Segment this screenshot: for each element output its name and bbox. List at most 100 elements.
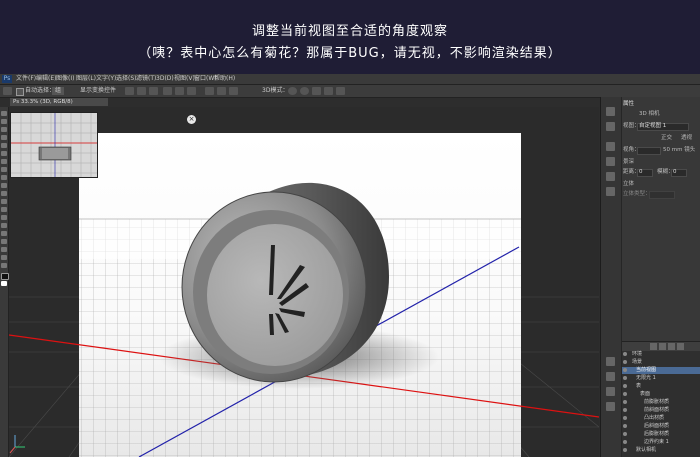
scene-item-infinite-light[interactable]: 无限光 1 xyxy=(622,375,700,382)
scene-item-back-bevel[interactable]: 后斜面材质 xyxy=(622,423,700,430)
blur-tool-icon[interactable] xyxy=(1,207,7,212)
show-transform-label[interactable]: 显示变换控件 xyxy=(80,87,116,95)
character-panel-icon[interactable] xyxy=(606,187,615,196)
type-tool-icon[interactable] xyxy=(1,231,7,236)
3d-panel-icon[interactable] xyxy=(606,402,615,411)
marquee-tool-icon[interactable] xyxy=(1,119,7,124)
gradient-tool-icon[interactable] xyxy=(1,199,7,204)
distribute-icon[interactable] xyxy=(205,87,214,95)
scene-item-default-camera[interactable]: 默认相机 xyxy=(622,447,700,454)
visibility-eye-icon[interactable] xyxy=(623,360,627,364)
scene-item-back-inflation[interactable]: 后膨胀材质 xyxy=(622,431,700,438)
shape-tool-icon[interactable] xyxy=(1,247,7,252)
visibility-eye-icon[interactable] xyxy=(623,400,627,404)
align-center-icon[interactable] xyxy=(175,87,184,95)
perspective-toggle[interactable]: 透视 xyxy=(681,135,692,142)
menu-select[interactable]: 选择(S) xyxy=(116,75,137,83)
visibility-eye-icon[interactable] xyxy=(623,432,627,436)
scene-item-environment[interactable]: 环境 xyxy=(622,351,700,358)
align-right-icon[interactable] xyxy=(187,87,196,95)
eraser-tool-icon[interactable] xyxy=(1,191,7,196)
close-secondary-view-icon[interactable]: × xyxy=(187,115,196,124)
auto-select-checkbox[interactable] xyxy=(16,88,24,96)
menu-3d[interactable]: 3D(D) xyxy=(156,75,174,83)
filter-light-icon[interactable] xyxy=(677,343,684,350)
distribute-center-icon[interactable] xyxy=(217,87,226,95)
visibility-eye-icon[interactable] xyxy=(623,368,627,372)
auto-select-dropdown[interactable]: 组 xyxy=(52,87,65,95)
path-select-tool-icon[interactable] xyxy=(1,239,7,244)
align-bottom-icon[interactable] xyxy=(149,87,158,95)
channels-panel-icon[interactable] xyxy=(606,372,615,381)
quick-select-tool-icon[interactable] xyxy=(1,135,7,140)
stereo-type-dropdown[interactable] xyxy=(649,191,675,199)
visibility-eye-icon[interactable] xyxy=(623,384,627,388)
history-panel-icon[interactable] xyxy=(606,107,615,116)
dodge-tool-icon[interactable] xyxy=(1,215,7,220)
filter-material-icon[interactable] xyxy=(668,343,675,350)
canvas-area[interactable]: × xyxy=(9,107,599,457)
menu-help[interactable]: 帮助(H) xyxy=(214,75,235,83)
align-left-icon[interactable] xyxy=(163,87,172,95)
background-color-swatch[interactable] xyxy=(1,281,7,286)
eyedropper-tool-icon[interactable] xyxy=(1,151,7,156)
adjustments-panel-icon[interactable] xyxy=(606,157,615,166)
visibility-eye-icon[interactable] xyxy=(623,408,627,412)
foreground-color-swatch[interactable] xyxy=(1,273,9,280)
visibility-eye-icon[interactable] xyxy=(623,392,627,396)
roll-3d-icon[interactable] xyxy=(300,87,309,95)
scene-item-scene[interactable]: 场景 xyxy=(622,359,700,366)
document-tab[interactable]: Ps 33.3% (3D, RGB/8) xyxy=(10,98,108,106)
scene-item-front-inflation[interactable]: 前膨胀材质 xyxy=(622,399,700,406)
fov-unit[interactable]: 50 mm 镜头 xyxy=(663,147,695,154)
lasso-tool-icon[interactable] xyxy=(1,127,7,132)
visibility-eye-icon[interactable] xyxy=(623,448,627,452)
filter-mesh-icon[interactable] xyxy=(659,343,666,350)
fov-field[interactable] xyxy=(637,147,661,155)
zoom-tool-icon[interactable] xyxy=(1,263,7,268)
align-middle-icon[interactable] xyxy=(137,87,146,95)
brush-panel-icon[interactable] xyxy=(606,172,615,181)
rotate-3d-icon[interactable] xyxy=(288,87,297,95)
stereo-checkbox[interactable]: 立体 xyxy=(623,181,634,188)
visibility-eye-icon[interactable] xyxy=(623,416,627,420)
scene-item-current-view[interactable]: 当前视图 xyxy=(622,367,700,374)
crop-tool-icon[interactable] xyxy=(1,143,7,148)
3d-secondary-view[interactable] xyxy=(10,112,98,178)
scene-item-surface[interactable]: 表面 xyxy=(622,391,700,398)
properties-panel-icon[interactable] xyxy=(606,142,615,151)
menu-edit[interactable]: 编辑(E) xyxy=(36,75,56,83)
filter-scene-icon[interactable] xyxy=(650,343,657,350)
visibility-eye-icon[interactable] xyxy=(623,424,627,428)
paths-panel-icon[interactable] xyxy=(606,387,615,396)
hand-tool-icon[interactable] xyxy=(1,255,7,260)
scene-item-boundary[interactable]: 边界约束 1 xyxy=(622,439,700,446)
ortho-toggle[interactable]: 正交 xyxy=(661,135,672,142)
menu-view[interactable]: 视图(V) xyxy=(174,75,195,83)
layers-panel-icon[interactable] xyxy=(606,357,615,366)
brush-tool-icon[interactable] xyxy=(1,167,7,172)
scene-item-watch[interactable]: 表 xyxy=(622,383,700,390)
pan-3d-icon[interactable] xyxy=(312,87,321,95)
scene-item-extrusion[interactable]: 凸出材质 xyxy=(622,415,700,422)
menu-layer[interactable]: 图层(L) xyxy=(76,75,96,83)
pen-tool-icon[interactable] xyxy=(1,223,7,228)
slide-3d-icon[interactable] xyxy=(324,87,333,95)
distribute-bottom-icon[interactable] xyxy=(229,87,238,95)
menu-image[interactable]: 图像(I) xyxy=(56,75,74,83)
move-tool-icon[interactable] xyxy=(3,87,12,95)
stamp-tool-icon[interactable] xyxy=(1,175,7,180)
scene-item-front-bevel[interactable]: 前斜面材质 xyxy=(622,407,700,414)
visibility-eye-icon[interactable] xyxy=(623,376,627,380)
actions-panel-icon[interactable] xyxy=(606,122,615,131)
move-tool-icon[interactable] xyxy=(1,111,7,116)
menu-type[interactable]: 文字(Y) xyxy=(96,75,116,83)
menu-file[interactable]: 文件(F) xyxy=(16,75,36,83)
align-top-icon[interactable] xyxy=(125,87,134,95)
healing-tool-icon[interactable] xyxy=(1,159,7,164)
scale-3d-icon[interactable] xyxy=(336,87,345,95)
menu-filter[interactable]: 滤镜(T) xyxy=(136,75,156,83)
history-brush-tool-icon[interactable] xyxy=(1,183,7,188)
visibility-eye-icon[interactable] xyxy=(623,352,627,356)
visibility-eye-icon[interactable] xyxy=(623,440,627,444)
